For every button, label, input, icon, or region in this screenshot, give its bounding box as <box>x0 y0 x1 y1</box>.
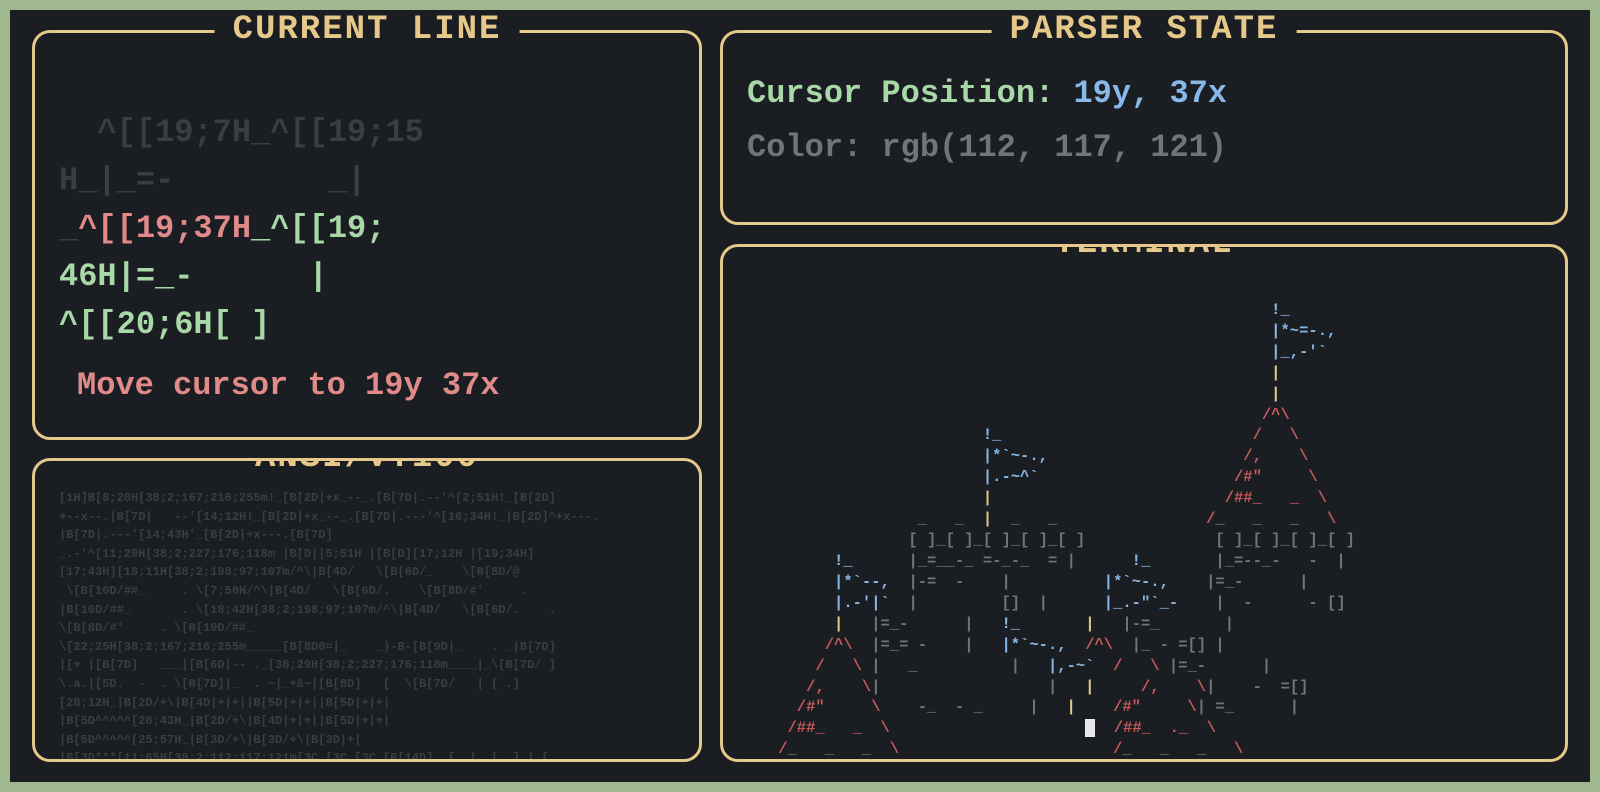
terminal-cursor <box>1085 719 1095 737</box>
current-line-panel: CURRENT LINE ^[[19;7H_^[[19;15 H_|_=- _|… <box>32 30 702 440</box>
current-prefix: _ <box>59 210 78 247</box>
cursor-position-label: Cursor Position: <box>747 75 1054 112</box>
panel-title-terminal: TERMINAL <box>1036 244 1251 263</box>
ansi-vt100-panel: ANSI/VT100 [1H]B[8;20H[38;2;167;216;255m… <box>32 458 702 762</box>
panel-title-current-line: CURRENT LINE <box>215 11 520 49</box>
context-line-before: ^[[19;7H_^[[19;15 H_|_=- _| <box>59 114 424 199</box>
terminal-panel: TERMINAL !_ |*~=-., |_,- <box>720 244 1568 762</box>
panel-title-parser-state: PARSER STATE <box>992 11 1297 49</box>
ansi-raw-dump: [1H]B[8;20H[38;2;167;216;255m!_[B[2D|+x_… <box>59 489 675 762</box>
code-display: ^[[19;7H_^[[19;15 H_|_=- _| _^[[19;37H_^… <box>59 61 675 349</box>
parser-state-panel: PARSER STATE Cursor Position: 19y, 37x C… <box>720 30 1568 225</box>
panel-title-ansi: ANSI/VT100 <box>237 458 497 477</box>
color-label: Color: <box>747 129 862 166</box>
app-container: CURRENT LINE ^[[19;7H_^[[19;15 H_|_=- _|… <box>10 10 1590 782</box>
cursor-position-line: Cursor Position: 19y, 37x <box>747 67 1541 121</box>
cursor-position-value: 19y, 37x <box>1073 75 1227 112</box>
current-escape-sequence: ^[[19;37H <box>78 210 251 247</box>
terminal-ascii-art: !_ |*~=-., |_,-'` | <box>741 275 1547 762</box>
sequence-description: Move cursor to 19y 37x <box>59 367 675 404</box>
color-value: rgb(112, 117, 121) <box>881 129 1227 166</box>
color-line: Color: rgb(112, 117, 121) <box>747 121 1541 175</box>
